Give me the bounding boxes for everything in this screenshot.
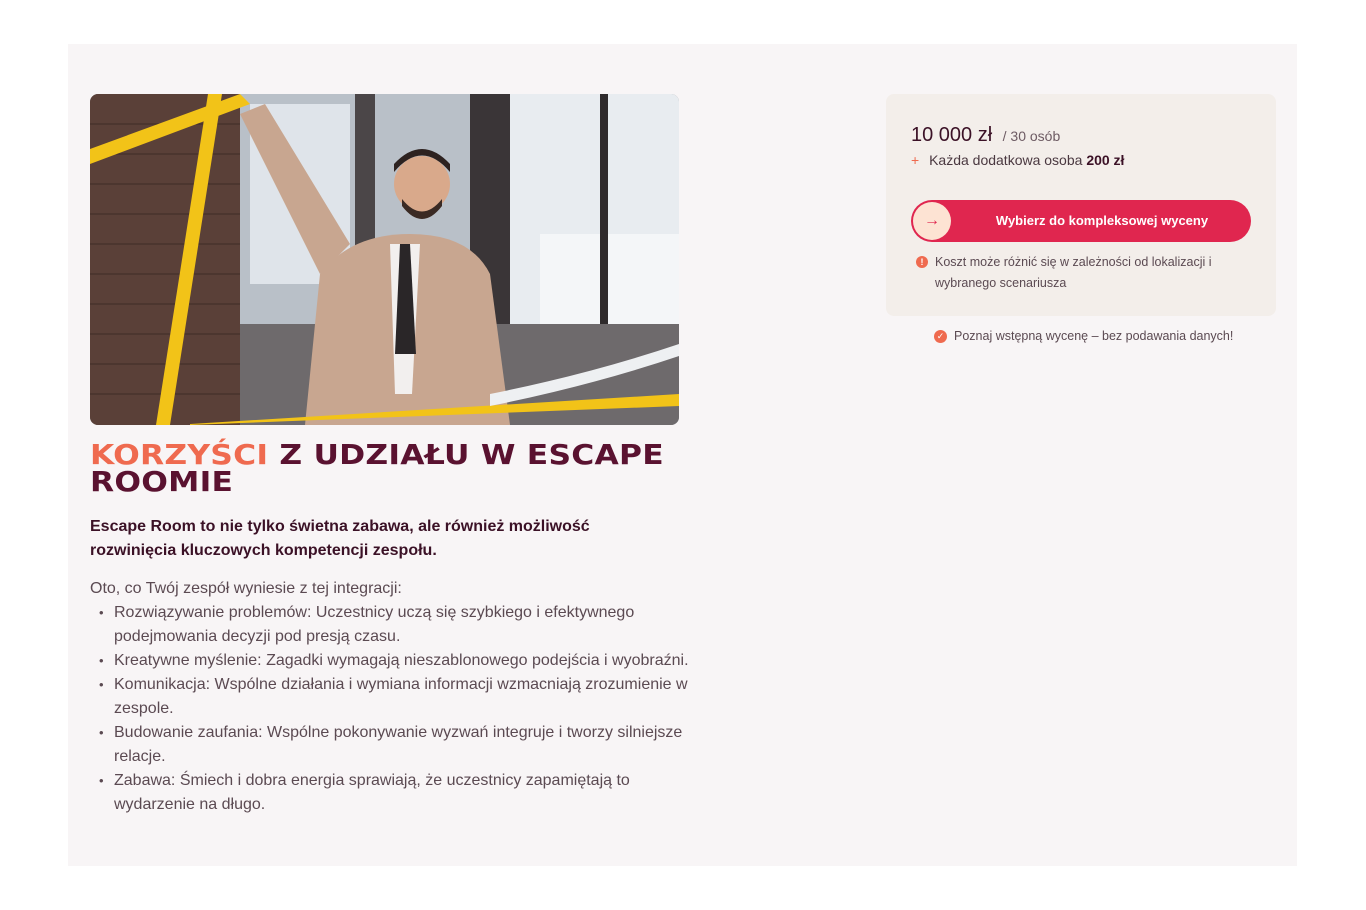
benefits-list: Rozwiązywanie problemów: Uczestnicy uczą… — [90, 601, 690, 817]
content-panel: KORZYŚCI Z UDZIAŁU W ESCAPE ROOMIE Escap… — [68, 44, 1297, 866]
select-for-quote-button[interactable]: → Wybierz do kompleksowej wyceny — [911, 200, 1251, 242]
pricing-card: 10 000 zł / 30 osób + Każda dodatkowa os… — [886, 94, 1276, 316]
hero-image — [90, 94, 679, 425]
check-badge-icon: ✓ — [934, 330, 947, 343]
quick-quote-text: Poznaj wstępną wycenę – bez podawania da… — [954, 329, 1234, 343]
price-row: 10 000 zł / 30 osób — [911, 124, 1060, 147]
benefit-item: Rozwiązywanie problemów: Uczestnicy uczą… — [90, 601, 690, 649]
intro-text: Oto, co Twój zespół wyniesie z tej integ… — [90, 580, 402, 597]
hero-photo-illustration — [90, 94, 679, 425]
info-icon: ! — [916, 256, 928, 268]
quick-quote-note: ✓ Poznaj wstępną wycenę – bez podawania … — [934, 329, 1233, 343]
price-value: 10 000 zł — [911, 124, 993, 146]
extra-person-price: 200 zł — [1086, 152, 1125, 168]
extra-person-label: Każda dodatkowa osoba — [929, 152, 1083, 168]
lead-paragraph: Escape Room to nie tylko świetna zabawa,… — [90, 518, 590, 559]
cost-note-text: Koszt może różnić się w zależności od lo… — [935, 255, 1212, 290]
section-headline: KORZYŚCI Z UDZIAŁU W ESCAPE ROOMIE — [90, 441, 762, 496]
benefit-item: Budowanie zaufania: Wspólne pokonywanie … — [90, 721, 690, 769]
plus-icon: + — [911, 152, 920, 168]
select-for-quote-label: Wybierz do kompleksowej wyceny — [995, 213, 1209, 228]
cost-note: ! Koszt może różnić się w zależności od … — [916, 252, 1236, 294]
arrow-right-icon: → — [913, 202, 951, 240]
benefit-item: Kreatywne myślenie: Zagadki wymagają nie… — [90, 649, 690, 673]
benefit-item: Zabawa: Śmiech i dobra energia sprawiają… — [90, 769, 690, 817]
extra-person-row: + Każda dodatkowa osoba 200 zł — [911, 152, 1124, 168]
price-unit: / 30 osób — [1002, 128, 1061, 144]
benefit-item: Komunikacja: Wspólne działania i wymiana… — [90, 673, 690, 721]
